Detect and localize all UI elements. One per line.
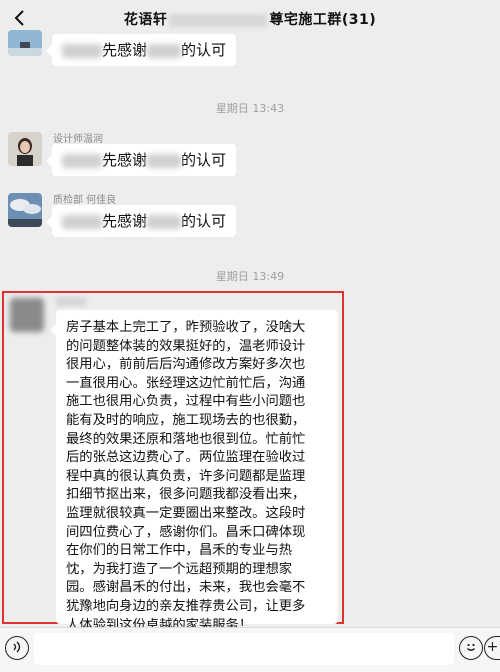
sender-name: 设计师温润 [53,134,103,145]
message-text-prefix: 先感谢 [102,212,148,230]
sender-name: 质检部 何佳良 [53,195,117,206]
redacted-name [147,153,182,168]
review-message-bubble[interactable]: 房子基本上完工了，昨预验收了，没啥大 的问题整体装的效果挺好的，温老师设计 很用… [50,310,338,633]
message-text-suffix: 的认可 [181,151,227,169]
timestamp: 星期日 13:49 [215,270,285,283]
sender-name-redacted [56,297,86,306]
avatar[interactable] [10,298,44,332]
message-bubble[interactable]: 先感谢 的认可 [45,205,237,237]
avatar[interactable] [8,132,42,166]
avatar[interactable] [8,193,42,227]
voice-icon[interactable] [5,636,29,660]
message-text-prefix: 先感谢 [102,151,148,169]
plus-icon[interactable]: + [484,636,500,660]
message-text-suffix: 的认可 [181,212,227,230]
message-text-prefix: 先感谢 [102,41,148,59]
chat-title-suffix: 尊宅施工群(31) [269,12,377,28]
avatar[interactable] [8,30,42,56]
redacted-name [147,214,182,229]
chat-title: 花语轩 尊宅施工群(31) [0,9,500,29]
input-bar: + [0,627,500,672]
redacted-name [62,153,102,168]
message-text-suffix: 的认可 [181,41,227,59]
chat-header: 花语轩 尊宅施工群(31) [0,0,500,36]
emoji-icon[interactable] [459,636,483,660]
redacted-name [62,214,102,229]
redacted-name [147,43,182,58]
message-input[interactable] [34,633,454,665]
timestamp: 星期日 13:43 [215,102,285,115]
message-bubble[interactable]: 先感谢 的认可 [45,144,237,176]
chat-title-prefix: 花语轩 [123,12,168,28]
redacted-name [62,43,102,58]
message-bubble[interactable]: 先感谢 的认可 [45,34,237,66]
redacted-name [169,13,268,27]
